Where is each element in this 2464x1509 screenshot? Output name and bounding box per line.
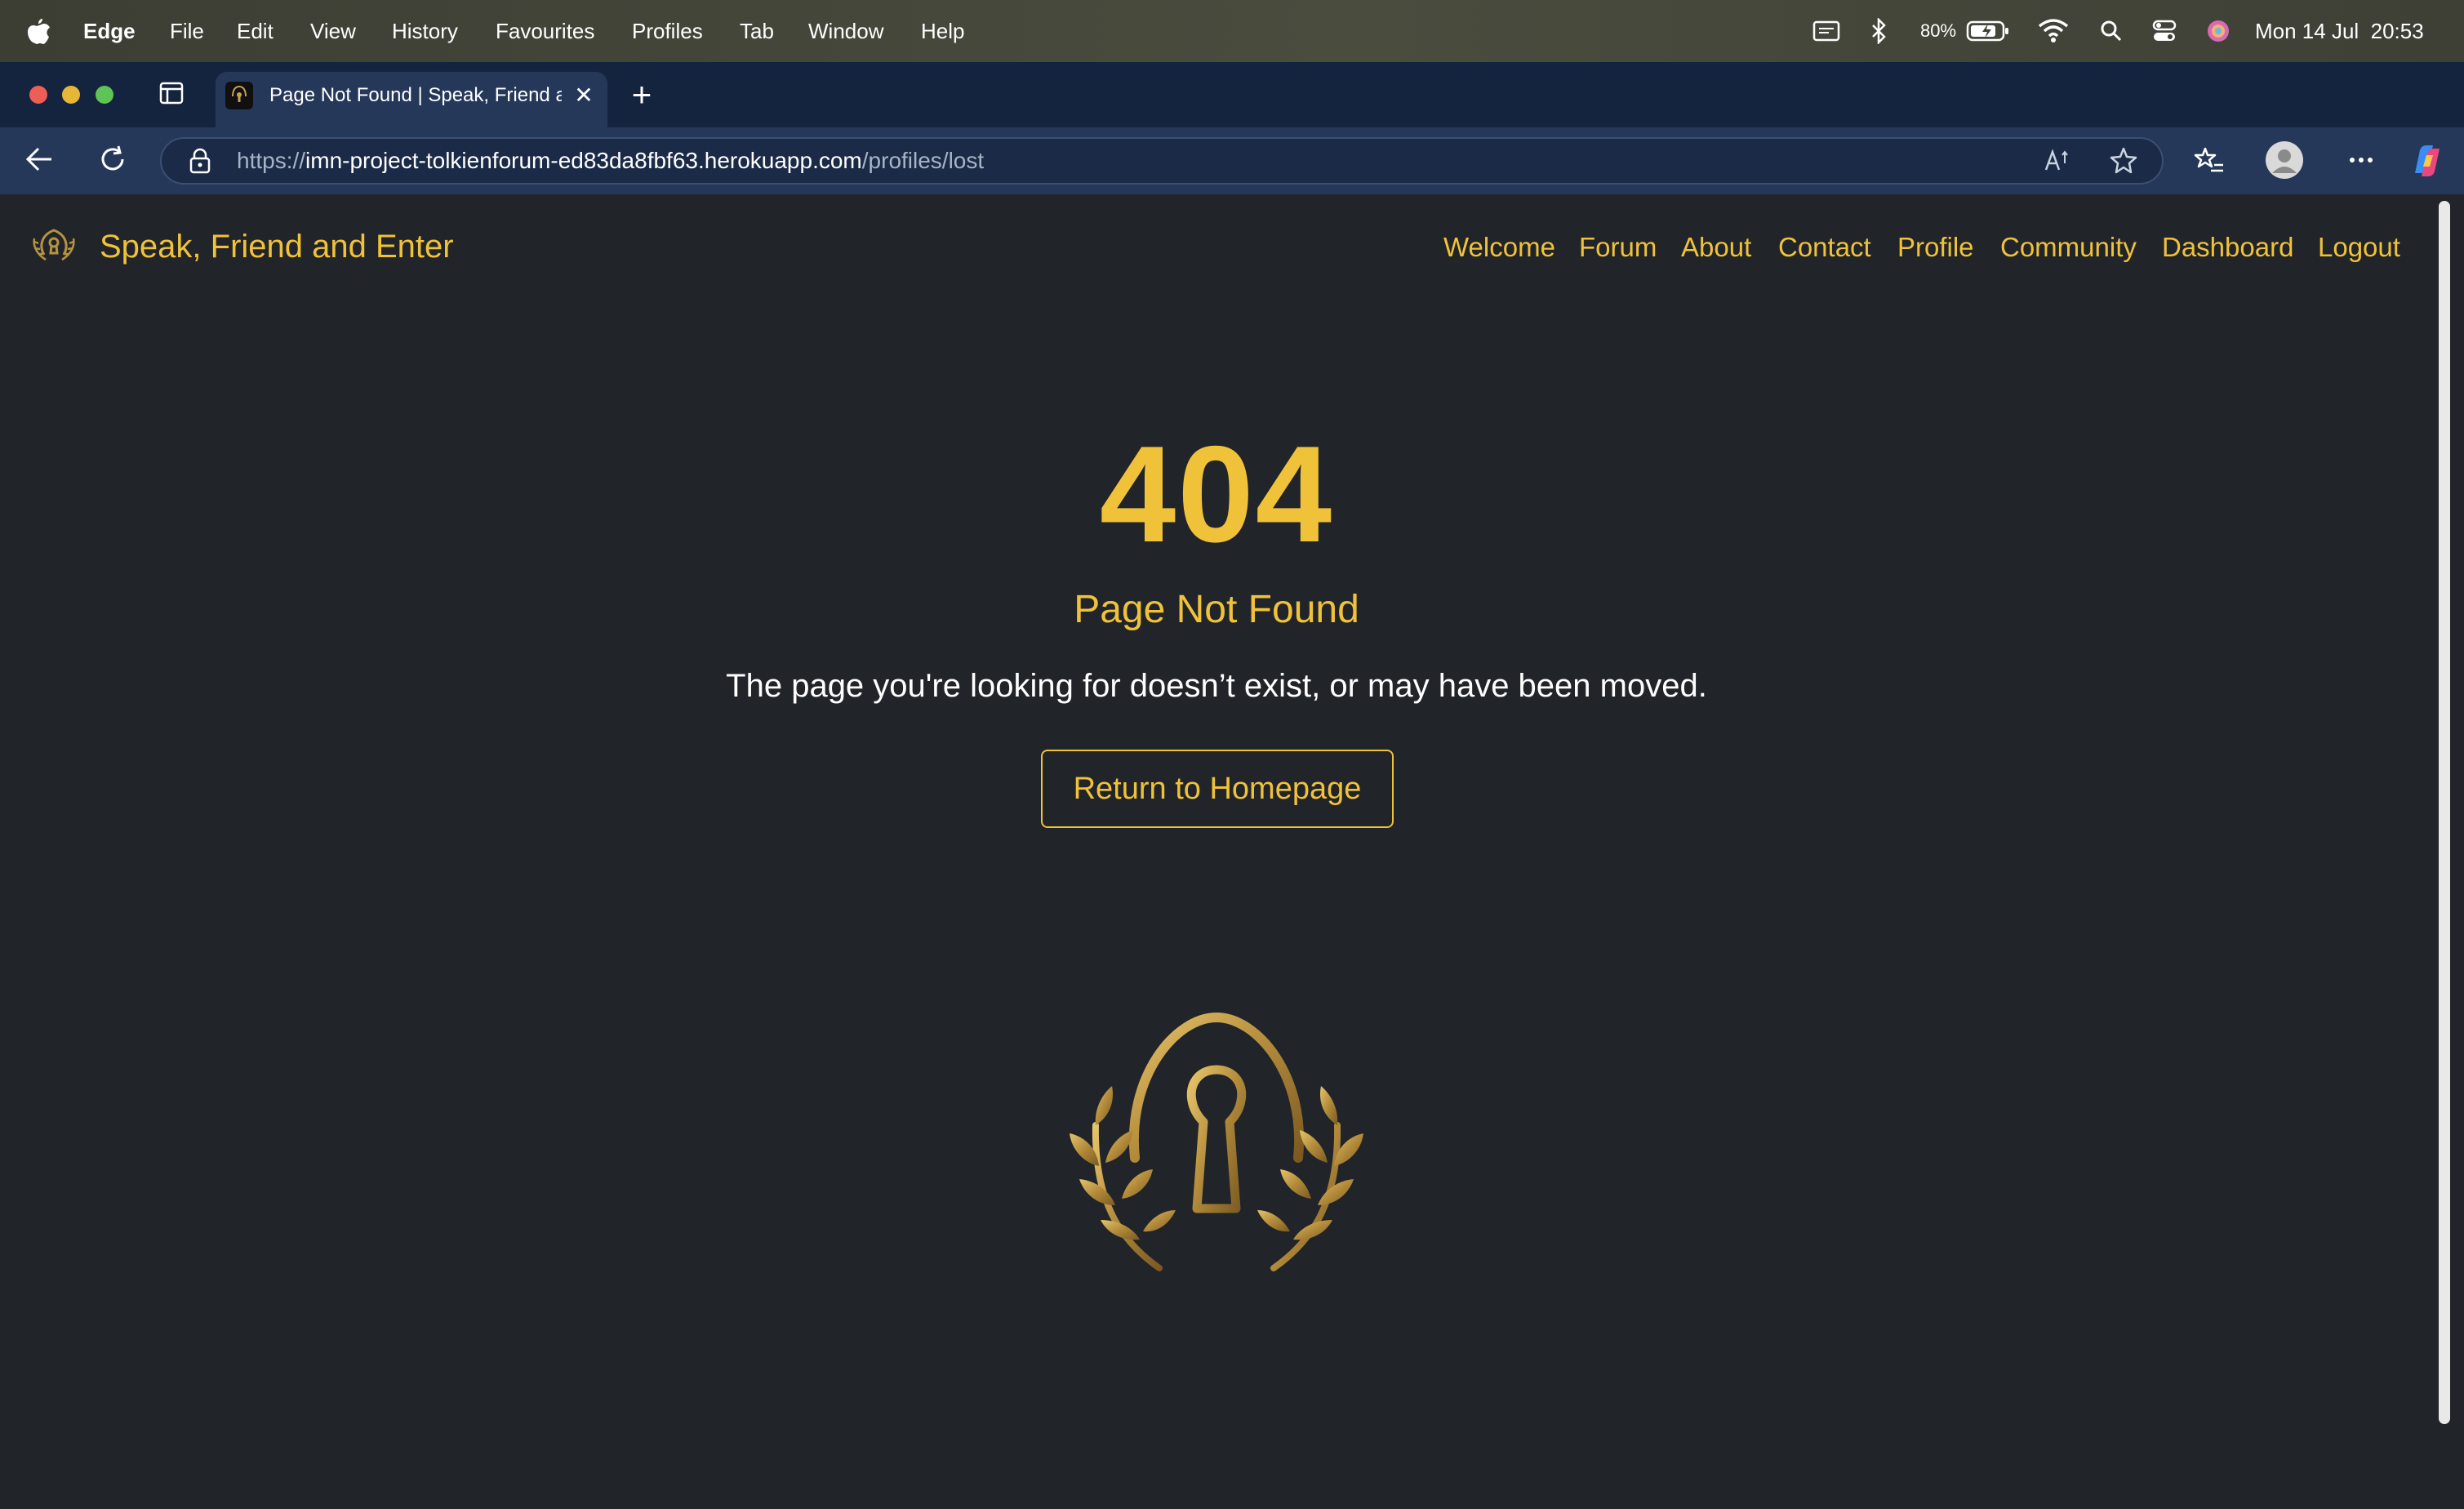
nav-link-dashboard[interactable]: Dashboard [2162,230,2293,265]
favourites-list-icon[interactable] [2193,145,2226,176]
menubar-clock[interactable]: Mon 14 Jul 20:53 [2255,0,2424,62]
menu-file[interactable]: File [170,0,204,62]
error-title: Page Not Found [1074,588,1359,631]
url-host: imn-project-tolkienforum-ed83da8fbf63.he… [305,148,862,173]
tab-title: Page Not Found | Speak, Friend and Enter [269,84,562,106]
return-to-homepage-button[interactable]: Return to Homepage [1041,750,1394,828]
window-minimize-button[interactable] [62,86,80,104]
tab-favicon-icon [225,82,253,109]
reader-mode-status-icon[interactable] [1812,0,1842,62]
menu-edit[interactable]: Edit [237,0,274,62]
nav-link-community[interactable]: Community [2000,230,2137,265]
favourite-star-icon[interactable] [2108,145,2139,176]
url-text[interactable]: https://imn-project-tolkienforum-ed83da8… [237,144,984,178]
url-scheme: https:// [237,148,306,173]
menu-help[interactable]: Help [921,0,964,62]
url-path: /profiles/lost [861,148,985,173]
nav-link-logout[interactable]: Logout [2318,230,2400,265]
macos-menu-bar: Edge File Edit View History Favourites P… [0,0,2464,62]
menu-favourites[interactable]: Favourites [496,0,594,62]
nav-link-welcome[interactable]: Welcome [1443,230,1555,265]
battery-icon[interactable] [1966,0,2012,62]
read-aloud-icon[interactable] [2043,147,2072,175]
reload-icon[interactable] [96,144,129,176]
error-code-heading: 404 [1099,417,1334,571]
page-scrollbar-thumb[interactable] [2439,201,2450,1424]
nav-link-forum[interactable]: Forum [1579,230,1657,265]
tab-close-icon[interactable]: ✕ [572,82,596,109]
lock-icon[interactable] [188,147,212,175]
more-options-icon[interactable] [2345,152,2377,168]
bluetooth-icon[interactable] [1870,0,1891,62]
keyhole-laurel-emblem-icon [1037,1003,1396,1272]
wifi-icon[interactable] [2038,0,2070,62]
back-icon[interactable] [23,145,56,175]
nav-link-about[interactable]: About [1681,230,1751,265]
menu-window[interactable]: Window [808,0,883,62]
battery-percentage: 80% [1920,20,1957,41]
apple-menu-icon[interactable] [26,0,54,62]
menu-profiles[interactable]: Profiles [632,0,703,62]
nav-link-profile[interactable]: Profile [1897,230,1974,265]
window-zoom-button[interactable] [96,86,113,104]
copilot-icon[interactable] [2408,142,2446,180]
tab-actions-icon[interactable] [157,80,186,109]
error-message: The page you're looking for doesn’t exis… [726,668,1707,704]
menu-view[interactable]: View [310,0,356,62]
nav-link-contact[interactable]: Contact [1778,230,1871,265]
siri-icon[interactable] [2206,0,2232,62]
new-tab-icon[interactable]: + [625,77,658,113]
site-brand-name[interactable]: Speak, Friend and Enter [100,225,454,268]
site-logo-icon[interactable] [29,222,78,268]
menu-history[interactable]: History [392,0,458,62]
window-close-button[interactable] [29,86,47,104]
spotlight-search-icon[interactable] [2100,0,2124,62]
page-viewport [0,194,2436,1509]
menu-tab[interactable]: Tab [740,0,774,62]
app-name-menu[interactable]: Edge [83,0,136,62]
control-center-icon[interactable] [2152,0,2178,62]
profile-avatar-icon[interactable] [2265,140,2304,180]
